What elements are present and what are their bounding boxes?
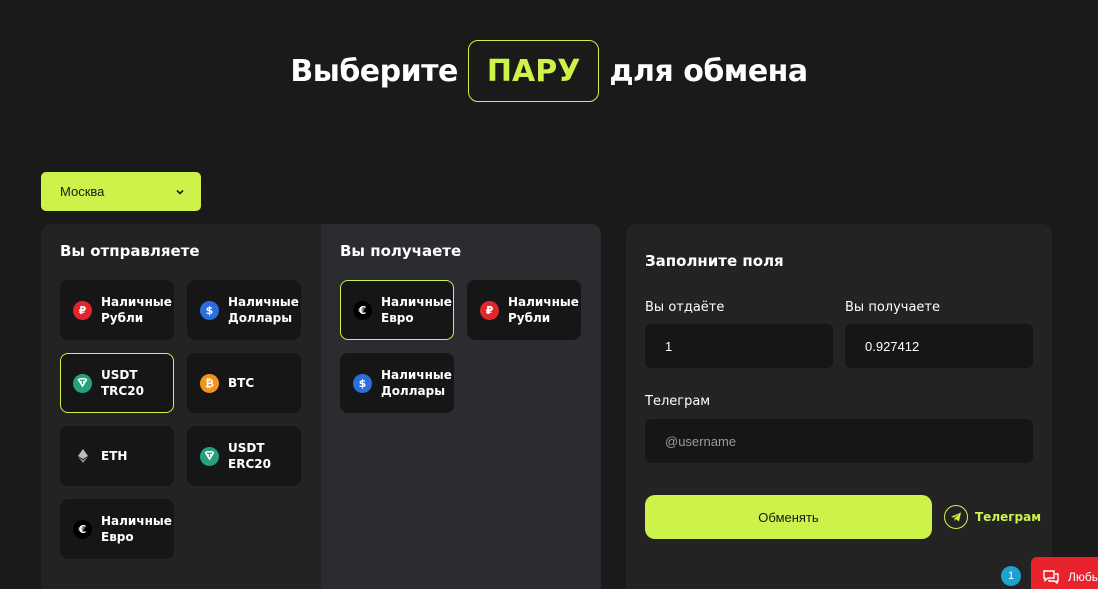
title-right: для обмена (609, 53, 808, 89)
send-currency-grid: ₽ Наличные Рубли $ Наличные Доллары USDT TRC… (60, 280, 321, 559)
title-pill: ПАРУ (467, 40, 600, 102)
send-title: Вы отправляете (60, 242, 200, 260)
get-label: Вы получаете (845, 300, 940, 315)
telegram-input[interactable] (645, 419, 1033, 463)
bitcoin-icon: ₿ (200, 373, 219, 393)
euro-icon: € (73, 519, 92, 539)
chat-widget-button[interactable]: Любые (1031, 557, 1098, 589)
currency-panel: Вы отправляете ₽ Наличные Рубли $ Наличные … (41, 224, 601, 589)
dollar-icon: $ (353, 373, 372, 393)
city-select-value: Москва (60, 184, 105, 199)
send-currency-option[interactable]: $ Наличные Доллары (187, 280, 301, 340)
send-currency-label: Наличные Доллары (228, 295, 299, 325)
send-currency-option[interactable]: € Наличные Евро (60, 499, 174, 559)
notification-badge: 1 (1001, 566, 1021, 586)
chat-widget-label: Любые (1068, 570, 1098, 584)
exchange-button[interactable]: Обменять (645, 495, 932, 539)
chat-icon (1043, 570, 1059, 585)
exchange-form: Заполните поля Вы отдаёте Вы получаете Т… (626, 224, 1052, 589)
receive-column: Вы получаете € Наличные Евро ₽ Наличные Руб… (321, 224, 601, 589)
send-currency-option[interactable]: ₿ BTC (187, 353, 301, 413)
receive-currency-label: Наличные Евро (381, 295, 452, 325)
receive-title: Вы получаете (340, 242, 462, 260)
send-currency-label: BTC (228, 376, 255, 390)
telegram-link[interactable]: Телеграм (944, 505, 1041, 529)
telegram-label: Телеграм (645, 394, 711, 409)
receive-currency-option[interactable]: $ Наличные Доллары (340, 353, 454, 413)
euro-icon: € (353, 300, 372, 320)
tether-icon (73, 373, 92, 393)
city-select[interactable]: Москва (41, 172, 201, 211)
dollar-icon: $ (200, 300, 219, 320)
give-amount-input[interactable] (645, 324, 833, 368)
send-currency-label: Наличные Евро (101, 514, 172, 544)
send-currency-label: USDT ERC20 (228, 441, 271, 471)
receive-currency-option[interactable]: ₽ Наличные Рубли (467, 280, 581, 340)
ruble-icon: ₽ (73, 300, 92, 320)
send-currency-option[interactable]: USDT ERC20 (187, 426, 301, 486)
chevron-down-icon (176, 189, 184, 195)
ruble-icon: ₽ (480, 300, 499, 320)
send-currency-option[interactable]: ETH (60, 426, 174, 486)
page-title: Выберите ПАРУ для обмена (0, 40, 1098, 102)
telegram-link-label: Телеграм (975, 510, 1042, 524)
title-left: Выберите (290, 53, 458, 89)
receive-currency-label: Наличные Доллары (381, 368, 452, 398)
send-currency-label: USDT TRC20 (101, 368, 144, 398)
get-amount-input[interactable] (845, 324, 1033, 368)
receive-currency-label: Наличные Рубли (508, 295, 579, 325)
give-label: Вы отдаёте (645, 300, 725, 315)
form-title: Заполните поля (645, 252, 784, 270)
send-column: Вы отправляете ₽ Наличные Рубли $ Наличные … (41, 224, 321, 589)
send-currency-label: ETH (101, 449, 128, 463)
tether-icon (200, 446, 219, 466)
telegram-icon (944, 505, 968, 529)
receive-currency-grid: € Наличные Евро ₽ Наличные Рубли $ Наличные Д… (340, 280, 601, 413)
send-currency-option[interactable]: ₽ Наличные Рубли (60, 280, 174, 340)
send-currency-label: Наличные Рубли (101, 295, 172, 325)
ethereum-icon (73, 447, 92, 466)
send-currency-option[interactable]: USDT TRC20 (60, 353, 174, 413)
receive-currency-option[interactable]: € Наличные Евро (340, 280, 454, 340)
